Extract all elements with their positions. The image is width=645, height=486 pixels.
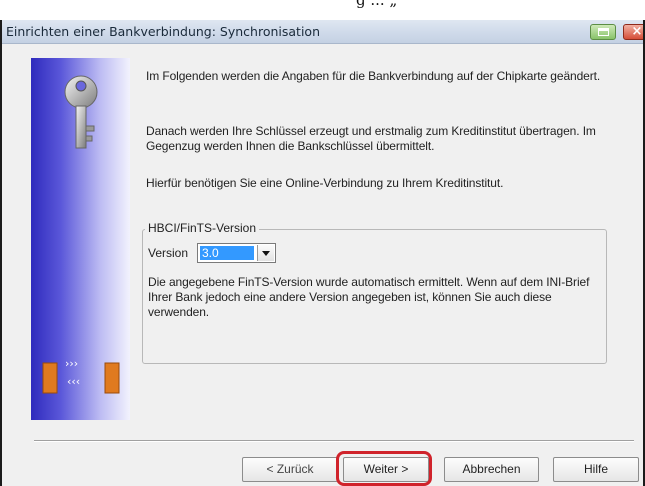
close-icon: × — [631, 24, 643, 39]
back-button[interactable]: < Zurück — [242, 457, 338, 482]
version-label: Version — [148, 246, 189, 260]
svg-text:‹‹‹: ‹‹‹ — [67, 375, 80, 388]
close-button[interactable]: × — [623, 24, 643, 40]
cropped-top-strip: g ... „ — [0, 0, 645, 20]
cancel-button[interactable]: Abbrechen — [444, 457, 539, 482]
online-connection-paragraph: Hierfür benötigen Sie eine Online-Verbin… — [146, 176, 504, 190]
version-description: Die angegebene FinTS-Version wurde autom… — [148, 275, 590, 319]
help-button[interactable]: Hilfe — [553, 457, 639, 482]
window-title: Einrichten einer Bankverbindung: Synchro… — [6, 24, 321, 39]
restore-icon — [598, 28, 609, 36]
version-selected-value: 3.0 — [200, 246, 254, 260]
cropped-text: g ... „ — [356, 0, 398, 9]
wizard-dialog: Einrichten einer Bankverbindung: Synchro… — [0, 20, 645, 486]
key-exchange-paragraph: Danach werden Ihre Schlüssel erzeugt und… — [146, 124, 596, 153]
version-dropdown[interactable]: 3.0 — [197, 243, 276, 263]
key-icon — [64, 75, 98, 149]
button-separator — [34, 440, 634, 442]
restore-button[interactable] — [590, 24, 616, 40]
wizard-sidebar: ››› ‹‹‹ — [31, 58, 130, 420]
next-button-highlight — [336, 451, 432, 486]
chevron-down-icon[interactable] — [257, 245, 274, 261]
groupbox-title: HBCI/FinTS-Version — [145, 221, 260, 235]
svg-text:›››: ››› — [65, 357, 78, 370]
transfer-arrows-icon: ››› ‹‹‹ — [42, 357, 120, 394]
title-bar: Einrichten einer Bankverbindung: Synchro… — [2, 20, 643, 44]
intro-paragraph: Im Folgenden werden die Angaben für die … — [146, 69, 601, 83]
